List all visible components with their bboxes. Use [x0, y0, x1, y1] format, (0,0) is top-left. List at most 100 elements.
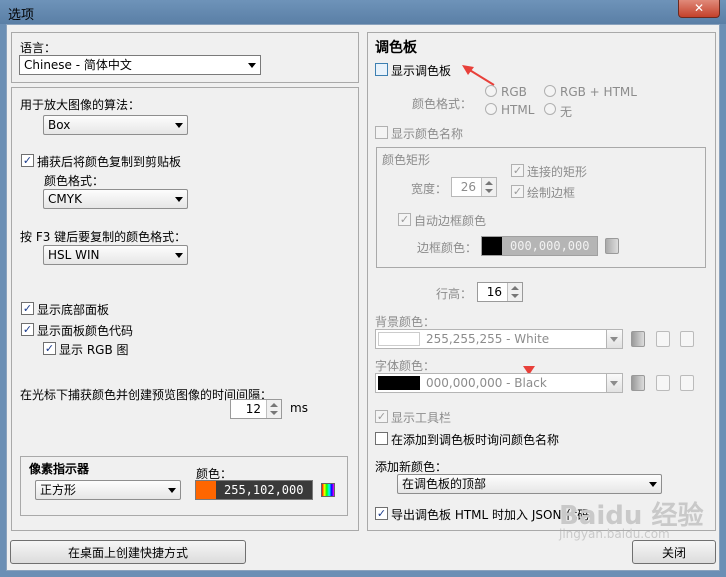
- show-panel-code-checkbox[interactable]: ✓: [21, 323, 34, 336]
- copy-after-capture-label: 捕获后将颜色复制到剪贴板: [37, 155, 182, 169]
- window-title: 选项: [8, 8, 35, 23]
- pixel-color-value: 255,102,000: [224, 483, 304, 497]
- desktop-shortcut-button[interactable]: 在桌面上创建快捷方式: [10, 540, 246, 564]
- show-color-names-checkbox[interactable]: [375, 126, 388, 139]
- language-value: Chinese - 简体中文: [24, 58, 132, 72]
- format-html-radio[interactable]: [485, 103, 497, 115]
- border-color-field[interactable]: 000,000,000: [481, 236, 598, 256]
- show-panel-code-label: 显示面板颜色代码: [37, 324, 134, 338]
- width-value: 26: [460, 180, 476, 194]
- palette-grid-icon[interactable]: [631, 375, 645, 391]
- add-new-label: 添加新颜色：: [375, 460, 448, 474]
- spinner-icon[interactable]: [481, 178, 496, 196]
- bg-color-select[interactable]: 255,255,255 - White: [375, 329, 623, 349]
- row-height-value: 16: [486, 285, 502, 299]
- chevron-down-icon: [175, 197, 183, 202]
- font-color-value: 000,000,000 - Black: [426, 376, 547, 390]
- copy-after-capture-checkbox[interactable]: ✓: [21, 154, 34, 167]
- show-rgb-graph-label: 显示 RGB 图: [59, 343, 129, 357]
- auto-border-color-checkbox[interactable]: ✓: [398, 213, 411, 226]
- add-new-value: 在调色板的顶部: [402, 477, 487, 491]
- row-height-label: 行高：: [436, 287, 473, 301]
- copy-format-value: CMYK: [48, 192, 82, 206]
- show-toolbar-checkbox[interactable]: ✓: [375, 410, 388, 423]
- ask-name-label: 在添加到调色板时询问颜色名称: [391, 433, 560, 447]
- width-input[interactable]: 26: [451, 177, 497, 197]
- format-html-label: HTML: [501, 103, 535, 117]
- show-bottom-panel-label: 显示底部面板: [37, 303, 110, 317]
- show-rgb-graph-checkbox[interactable]: ✓: [43, 342, 56, 355]
- title-bar: 选项 ✕: [0, 0, 726, 24]
- format-none-radio[interactable]: [544, 103, 556, 115]
- pixel-indicator-title: 像素指示器: [29, 462, 90, 476]
- zoom-algorithm-value: Box: [48, 118, 71, 132]
- copy-format-select[interactable]: CMYK: [43, 189, 188, 209]
- show-bottom-panel-checkbox[interactable]: ✓: [21, 302, 34, 315]
- font-color-label: 字体颜色：: [375, 359, 436, 373]
- palette-panel: 调色板 显示调色板 颜色格式： RGB RGB + HTML HTML 无 显示…: [367, 32, 716, 531]
- color-picker-icon[interactable]: [321, 483, 335, 497]
- format-rgb-html-label: RGB + HTML: [560, 85, 637, 99]
- language-label: 语言：: [20, 41, 57, 55]
- draw-border-checkbox[interactable]: ✓: [511, 185, 524, 198]
- show-color-names-label: 显示颜色名称: [391, 127, 464, 141]
- format-rgb-html-radio[interactable]: [544, 85, 556, 97]
- format-rgb-label: RGB: [501, 85, 527, 99]
- row-height-input[interactable]: 16: [477, 282, 523, 302]
- chevron-down-icon: [175, 123, 183, 128]
- pixel-indicator-group: 像素指示器 正方形 颜色： 255,102,000: [20, 456, 348, 516]
- copy-icon[interactable]: [656, 331, 670, 347]
- watermark-url: jingyan.baidu.com: [559, 527, 670, 541]
- window-close-button[interactable]: ✕: [678, 0, 720, 18]
- options-window: 选项 ✕ 语言： Chinese - 简体中文 用于放大图像的算法： Box ✓…: [0, 0, 726, 577]
- close-button[interactable]: 关闭: [632, 540, 716, 564]
- language-panel: 语言： Chinese - 简体中文: [11, 32, 359, 83]
- format-none-label: 无: [560, 105, 573, 119]
- palette-grid-icon[interactable]: [631, 331, 645, 347]
- show-toolbar-label: 显示工具栏: [391, 411, 452, 425]
- ask-name-checkbox[interactable]: [375, 432, 388, 445]
- color-format-label: 颜色格式：: [412, 97, 473, 111]
- font-color-select[interactable]: 000,000,000 - Black: [375, 373, 623, 393]
- chevron-down-icon: [248, 63, 256, 68]
- pixel-color-field[interactable]: 255,102,000: [195, 480, 313, 500]
- f3-format-value: HSL WIN: [48, 248, 100, 262]
- pixel-shape-select[interactable]: 正方形: [35, 480, 181, 500]
- copy-icon[interactable]: [656, 375, 670, 391]
- bg-color-swatch: [378, 332, 420, 346]
- chevron-down-icon: [610, 337, 618, 342]
- pixel-color-swatch: [196, 481, 216, 499]
- chevron-down-icon: [168, 488, 176, 493]
- width-label: 宽度：: [411, 182, 448, 196]
- interval-value: 12: [245, 402, 261, 416]
- spinner-icon[interactable]: [507, 283, 522, 301]
- chevron-down-icon: [175, 253, 183, 258]
- zoom-algorithm-select[interactable]: Box: [43, 115, 188, 135]
- zoom-algorithm-label: 用于放大图像的算法：: [20, 98, 141, 112]
- export-json-checkbox[interactable]: ✓: [375, 507, 388, 520]
- spinner-icon[interactable]: [266, 400, 281, 418]
- border-color-swatch: [482, 237, 502, 255]
- connected-rect-checkbox[interactable]: ✓: [511, 164, 524, 177]
- interval-input[interactable]: 12: [230, 399, 282, 419]
- language-select[interactable]: Chinese - 简体中文: [19, 55, 261, 75]
- color-rect-group: 颜色矩形 宽度： 26 ✓ 连接的矩形 ✓ 绘制边框 ✓ 自动边框颜色 边框颜色…: [376, 147, 706, 268]
- copy-format-label: 颜色格式：: [44, 174, 105, 188]
- bg-color-label: 背景颜色：: [375, 315, 436, 329]
- add-new-select[interactable]: 在调色板的顶部: [397, 474, 662, 494]
- show-palette-checkbox[interactable]: [375, 63, 388, 76]
- dialog-client: 语言： Chinese - 简体中文 用于放大图像的算法： Box ✓ 捕获后将…: [6, 24, 720, 571]
- show-palette-label: 显示调色板: [391, 64, 452, 78]
- paste-icon[interactable]: [680, 331, 694, 347]
- border-color-label: 边框颜色：: [417, 241, 478, 255]
- draw-border-label: 绘制边框: [527, 186, 576, 200]
- chevron-down-icon: [649, 482, 657, 487]
- f3-format-select[interactable]: HSL WIN: [43, 245, 188, 265]
- paste-icon[interactable]: [680, 375, 694, 391]
- pixel-shape-value: 正方形: [40, 483, 77, 497]
- f3-format-label: 按 F3 键后要复制的颜色格式：: [20, 230, 187, 244]
- color-rect-title: 颜色矩形: [382, 153, 431, 167]
- palette-grid-icon[interactable]: [605, 238, 619, 254]
- format-rgb-radio[interactable]: [485, 85, 497, 97]
- chevron-down-icon: [610, 381, 618, 386]
